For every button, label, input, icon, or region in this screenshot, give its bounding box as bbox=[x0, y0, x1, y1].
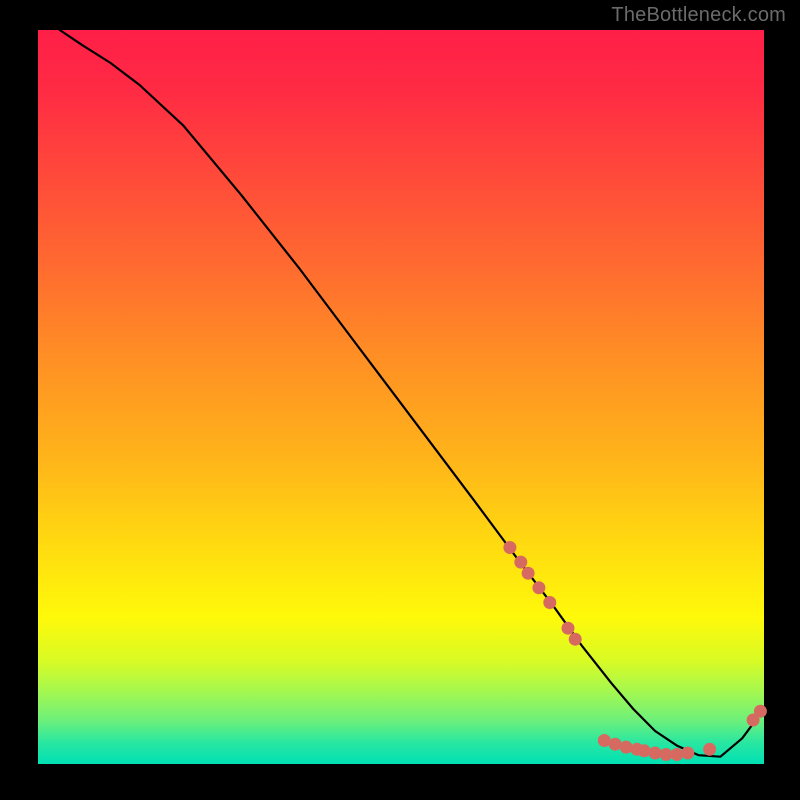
data-point bbox=[754, 705, 767, 718]
data-point bbox=[649, 747, 662, 760]
data-point bbox=[638, 744, 651, 757]
data-point bbox=[703, 743, 716, 756]
data-point bbox=[681, 747, 694, 760]
plot-area bbox=[38, 30, 764, 764]
curve-layer bbox=[38, 30, 764, 764]
bottleneck-curve bbox=[60, 30, 764, 757]
data-point bbox=[514, 556, 527, 569]
data-point bbox=[543, 596, 556, 609]
data-point bbox=[562, 622, 575, 635]
data-points bbox=[503, 541, 767, 761]
data-point bbox=[503, 541, 516, 554]
data-point bbox=[609, 738, 622, 751]
data-point bbox=[620, 741, 633, 754]
data-point bbox=[532, 581, 545, 594]
data-point bbox=[670, 748, 683, 761]
chart-root: TheBottleneck.com bbox=[0, 0, 800, 800]
watermark-label: TheBottleneck.com bbox=[611, 4, 786, 27]
data-point bbox=[522, 567, 535, 580]
data-point bbox=[569, 633, 582, 646]
